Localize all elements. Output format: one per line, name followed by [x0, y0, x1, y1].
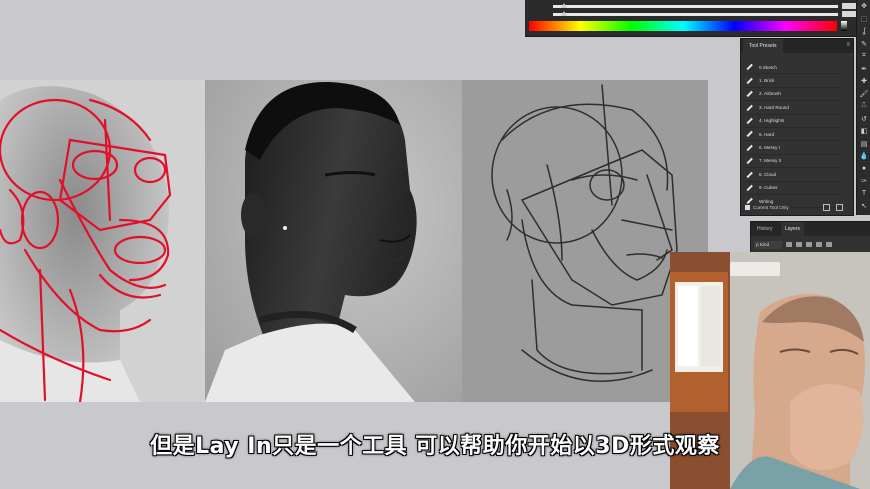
brush-preset-icon: [745, 76, 754, 85]
preset-item[interactable]: 0.Sketch: [743, 61, 843, 75]
portrait-photo: [205, 80, 462, 402]
delete-preset-icon[interactable]: [836, 203, 843, 211]
healing-icon[interactable]: ✚: [857, 75, 870, 88]
tool-presets-tabbar: Tool Presets ≡: [741, 39, 853, 53]
preset-label: 4. Highlights: [759, 118, 785, 124]
tab-tool-presets[interactable]: Tool Presets: [743, 39, 783, 53]
brush-preset-icon: [745, 143, 754, 152]
new-preset-icon[interactable]: [823, 203, 830, 211]
preset-label: 1. Brick: [759, 78, 775, 84]
preset-label: 0.Sketch: [759, 64, 777, 70]
color-panel: [525, 0, 870, 37]
preset-label: 6. Messy I: [759, 145, 780, 151]
current-tool-only-label: Current Tool Only: [753, 204, 789, 210]
reference-photo-panel: [205, 80, 462, 402]
filter-type-icon[interactable]: [806, 242, 812, 247]
brush-preset-icon: [745, 156, 754, 165]
filter-shape-icon[interactable]: [816, 242, 822, 247]
preset-label: 8. Cloud: [759, 171, 777, 177]
preset-label: 2. Airbrush: [759, 91, 781, 97]
preset-item[interactable]: 3. Hard Round: [743, 101, 843, 115]
path-select-icon[interactable]: ↖: [857, 200, 870, 213]
filter-adjustment-icon[interactable]: [796, 242, 802, 247]
preset-label: 5. Hard: [759, 131, 775, 137]
reference-overlay-panel: [0, 80, 205, 402]
lasso-icon[interactable]: ʆ: [857, 25, 870, 38]
brush-preset-icon: [745, 116, 754, 125]
filter-pixel-icon[interactable]: [786, 242, 792, 247]
preset-item[interactable]: 6. Messy I: [743, 141, 843, 155]
preset-item[interactable]: 1. Brick: [743, 74, 843, 88]
brush-preset-icon: [745, 183, 754, 192]
preset-item[interactable]: 2. Airbrush: [743, 88, 843, 102]
preset-label: 9. Cubes: [759, 185, 778, 191]
quick-select-icon[interactable]: ✎: [857, 38, 870, 51]
preset-item[interactable]: 8. Cloud: [743, 168, 843, 182]
black-white-ramp[interactable]: [841, 21, 847, 31]
video-subtitle: 但是Lay In只是一个工具 可以帮助你开始以3D形式观察: [150, 434, 720, 459]
panel-menu-icon[interactable]: ≡: [846, 42, 850, 48]
layer-kind-filter[interactable]: ρ Kind: [754, 240, 782, 249]
brush-preset-icon: [745, 63, 754, 72]
preset-list: 0.Sketch 1. Brick 2. Airbrush 3. Hard Round…: [743, 61, 843, 209]
preset-label: 3. Hard Round: [759, 104, 789, 110]
stamp-icon[interactable]: ⎍: [857, 100, 870, 113]
tool-presets-panel: Tool Presets ≡ 0.Sketch 1. Brick 2. Airbru…: [740, 38, 854, 216]
brush-icon[interactable]: 🖌: [857, 88, 870, 101]
current-tool-only-checkbox[interactable]: [745, 204, 750, 210]
brush-preset-icon: [745, 130, 754, 139]
reference-strip: [0, 80, 708, 402]
color-slider-2[interactable]: [529, 10, 860, 17]
pen-icon[interactable]: ✑: [857, 175, 870, 188]
brush-preset-icon: [745, 170, 754, 179]
crop-icon[interactable]: ⌗: [857, 50, 870, 63]
color-slider-1[interactable]: [529, 2, 860, 9]
marquee-icon[interactable]: ⬚: [857, 13, 870, 26]
tab-layers[interactable]: Layers: [781, 222, 805, 236]
preset-item[interactable]: 5. Hard: [743, 128, 843, 142]
preset-item[interactable]: 9. Cubes: [743, 182, 843, 195]
brush-preset-icon: [745, 103, 754, 112]
preset-item[interactable]: 4. Highlights: [743, 115, 843, 128]
eraser-icon[interactable]: ◧: [857, 125, 870, 138]
red-lay-in-drawing: [0, 80, 205, 402]
type-icon[interactable]: T: [857, 188, 870, 201]
filter-smart-icon[interactable]: [826, 242, 832, 247]
gradient-icon[interactable]: ▤: [857, 138, 870, 151]
tools-column: ✥ ⬚ ʆ ✎ ⌗ ✒ ✚ 🖌 ⎍ ↺ ◧ ▤ 💧 ● ✑ T ↖: [856, 0, 870, 215]
eyedropper-icon[interactable]: ✒: [857, 63, 870, 76]
presets-footer: Current Tool Only: [743, 202, 849, 212]
photoshop-canvas: Tool Presets ≡ 0.Sketch 1. Brick 2. Airbru…: [0, 0, 870, 489]
tab-history[interactable]: History: [753, 222, 777, 236]
preset-item[interactable]: 7. Messy II: [743, 155, 843, 169]
move-icon[interactable]: ✥: [857, 0, 870, 13]
brush-preset-icon: [745, 89, 754, 98]
history-brush-icon[interactable]: ↺: [857, 113, 870, 126]
preset-label: 7. Messy II: [759, 158, 782, 164]
dodge-icon[interactable]: ●: [857, 163, 870, 176]
blur-icon[interactable]: 💧: [857, 150, 870, 163]
layers-panel: History Layers ρ Kind: [750, 221, 870, 255]
hue-spectrum-bar[interactable]: [529, 21, 837, 31]
